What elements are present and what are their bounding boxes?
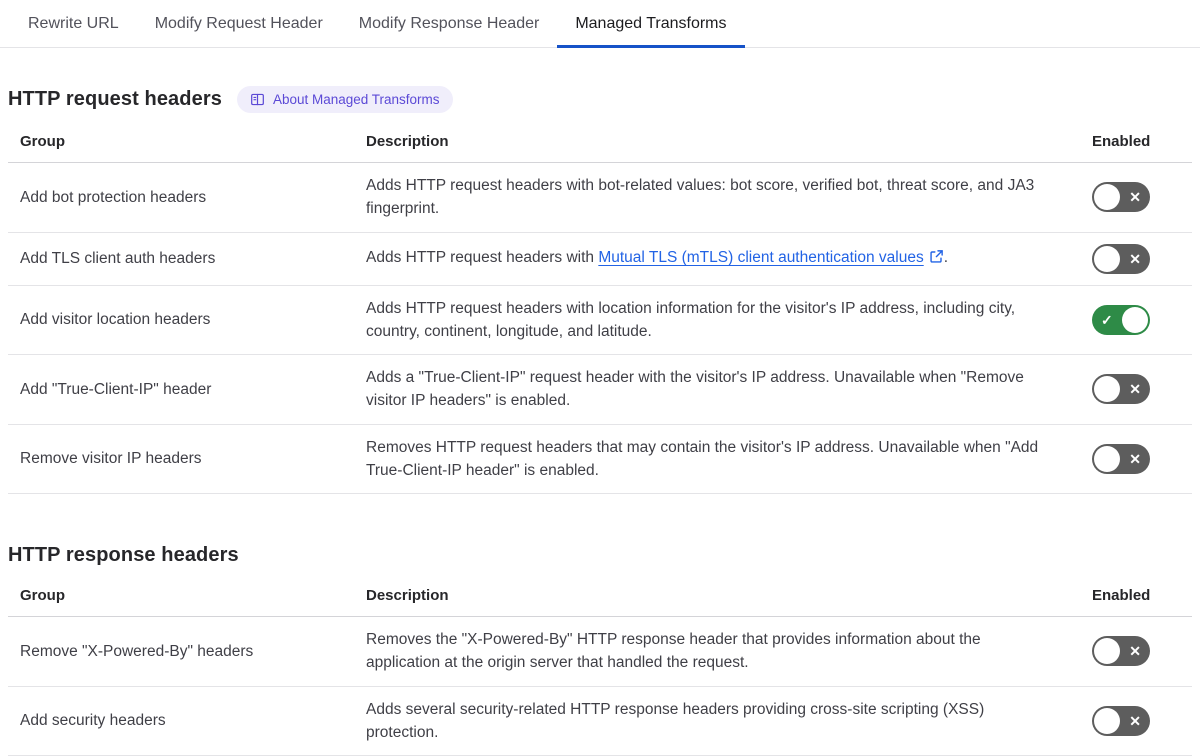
tab-modify-request-header[interactable]: Modify Request Header <box>137 0 341 48</box>
tab-rewrite-url[interactable]: Rewrite URL <box>10 0 137 48</box>
group-label: Remove "X-Powered-By" headers <box>8 616 354 687</box>
table-row: Add bot protection headers Adds HTTP req… <box>8 162 1192 233</box>
toggle-knob <box>1094 245 1120 272</box>
book-icon <box>250 92 265 107</box>
request-headers-section-head: HTTP request headers About Managed Trans… <box>0 86 1200 113</box>
toggle-add-visitor-location-headers[interactable]: ✓ <box>1092 304 1150 335</box>
about-managed-transforms-badge[interactable]: About Managed Transforms <box>236 86 453 113</box>
tab-bar: Rewrite URL Modify Request Header Modify R… <box>0 0 1200 48</box>
x-icon: ✕ <box>1129 450 1141 467</box>
toggle-add-security-headers[interactable]: ✕ <box>1092 705 1150 736</box>
tab-managed-transforms[interactable]: Managed Transforms <box>557 0 745 48</box>
response-headers-table: Group Description Enabled Remove "X-Powe… <box>8 577 1192 756</box>
description-text: Adds HTTP request headers with bot-relat… <box>354 162 1080 233</box>
description-text: Adds HTTP request headers with Mutual TL… <box>354 232 1080 286</box>
request-headers-table: Group Description Enabled Add bot protec… <box>8 123 1192 494</box>
toggle-add-true-client-ip-header[interactable]: ✕ <box>1092 374 1150 405</box>
group-label: Add TLS client auth headers <box>8 232 354 286</box>
table-row: Add visitor location headers Adds HTTP r… <box>8 285 1192 355</box>
group-label: Add "True-Client-IP" header <box>8 354 354 425</box>
table-row: Remove "X-Powered-By" headers Removes th… <box>8 616 1192 687</box>
table-header-row: Group Description Enabled <box>8 123 1192 163</box>
toggle-remove-visitor-ip-headers[interactable]: ✕ <box>1092 443 1150 474</box>
x-icon: ✕ <box>1129 250 1141 267</box>
group-label: Add security headers <box>8 686 354 756</box>
column-header-group: Group <box>8 577 354 617</box>
group-label: Add bot protection headers <box>8 162 354 233</box>
response-headers-title: HTTP response headers <box>8 544 239 566</box>
column-header-group: Group <box>8 123 354 163</box>
table-row: Add TLS client auth headers Adds HTTP re… <box>8 232 1192 286</box>
response-headers-section-head: HTTP response headers <box>0 544 1200 567</box>
x-icon: ✕ <box>1129 189 1141 206</box>
toggle-add-tls-client-auth-headers[interactable]: ✕ <box>1092 243 1150 274</box>
table-row: Add security headers Adds several securi… <box>8 686 1192 756</box>
table-row: Remove visitor IP headers Removes HTTP r… <box>8 424 1192 494</box>
column-header-enabled: Enabled <box>1080 123 1192 163</box>
x-icon: ✕ <box>1129 381 1141 398</box>
description-text: Removes the "X-Powered-By" HTTP response… <box>354 616 1080 687</box>
table-header-row: Group Description Enabled <box>8 577 1192 617</box>
description-text: Adds a "True-Client-IP" request header w… <box>354 354 1080 425</box>
toggle-knob <box>1122 306 1148 333</box>
request-headers-title: HTTP request headers <box>8 88 222 110</box>
description-text: Adds several security-related HTTP respo… <box>354 686 1080 756</box>
column-header-description: Description <box>354 577 1080 617</box>
group-label: Add visitor location headers <box>8 285 354 355</box>
toggle-knob <box>1094 184 1120 211</box>
x-icon: ✕ <box>1129 643 1141 660</box>
column-header-enabled: Enabled <box>1080 577 1192 617</box>
column-header-description: Description <box>354 123 1080 163</box>
x-icon: ✕ <box>1129 712 1141 729</box>
external-link-icon <box>929 248 944 271</box>
toggle-remove-x-powered-by-headers[interactable]: ✕ <box>1092 636 1150 667</box>
table-row: Add "True-Client-IP" header Adds a "True… <box>8 354 1192 425</box>
toggle-knob <box>1094 707 1120 734</box>
tab-modify-response-header[interactable]: Modify Response Header <box>341 0 558 48</box>
check-icon: ✓ <box>1101 311 1113 328</box>
description-text: Adds HTTP request headers with location … <box>354 285 1080 355</box>
description-text: Removes HTTP request headers that may co… <box>354 424 1080 494</box>
toggle-knob <box>1094 376 1120 403</box>
toggle-knob <box>1094 638 1120 665</box>
badge-label: About Managed Transforms <box>272 91 440 107</box>
toggle-add-bot-protection-headers[interactable]: ✕ <box>1092 182 1150 213</box>
toggle-knob <box>1094 445 1120 472</box>
group-label: Remove visitor IP headers <box>8 424 354 494</box>
mutual-tls-mtls-client-authentication-values-link[interactable]: Mutual TLS (mTLS) client authentication … <box>598 249 923 266</box>
